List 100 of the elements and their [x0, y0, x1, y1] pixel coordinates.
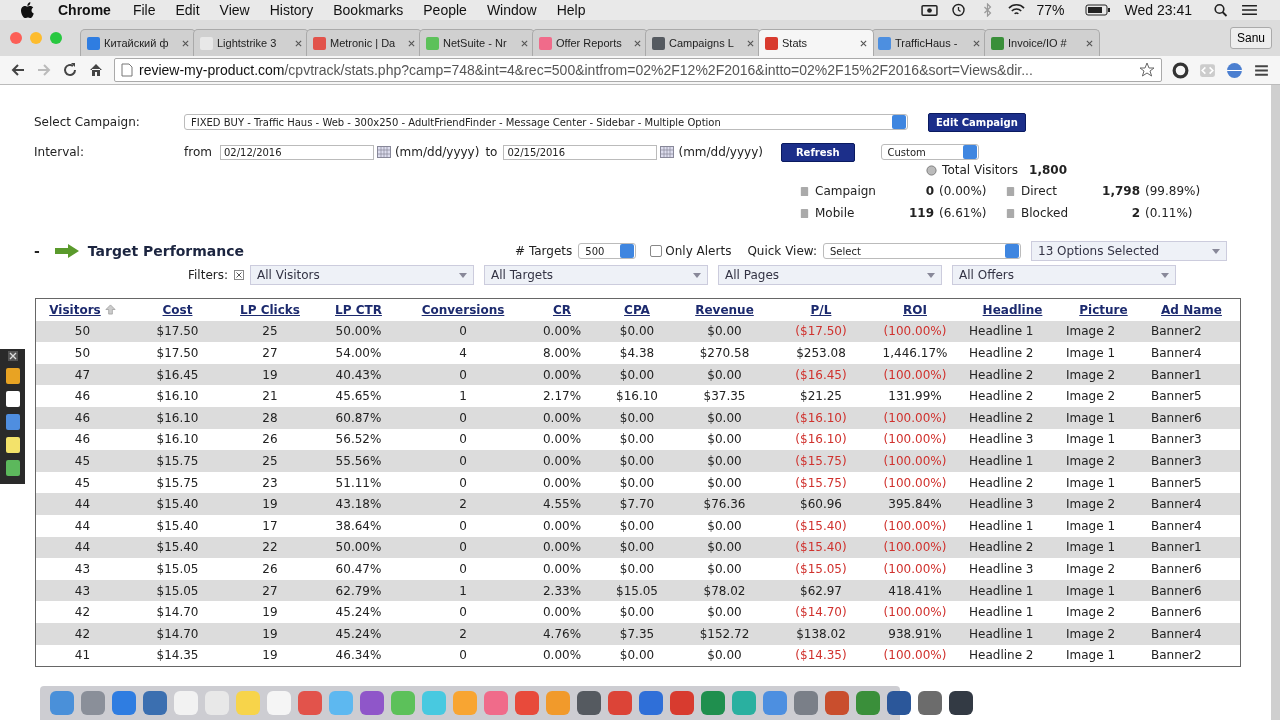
menu-item[interactable]: History	[269, 2, 314, 18]
targets-select[interactable]: 500	[578, 243, 637, 259]
table-cell: 45.65%	[335, 389, 382, 404]
clock-icon[interactable]	[949, 3, 967, 17]
table-cell: Image 2	[1066, 497, 1116, 512]
table-cell: $0.00	[707, 324, 742, 339]
menu-item[interactable]: View	[219, 2, 250, 18]
calendar-icon[interactable]	[660, 146, 675, 158]
stat-percent: (0.11%)	[1145, 206, 1194, 220]
toolbar-app-icon[interactable]	[5, 437, 20, 453]
close-tab-icon[interactable]	[860, 39, 867, 47]
forward-icon[interactable]	[36, 62, 52, 78]
filter-dropdown[interactable]: All Pages	[718, 265, 942, 285]
filter-dropdown[interactable]: All Offers	[952, 265, 1176, 285]
column-header[interactable]: Conversions	[421, 302, 505, 317]
menu-item[interactable]: Bookmarks	[333, 2, 404, 18]
column-header[interactable]: CR	[552, 302, 571, 317]
close-icon[interactable]	[7, 351, 18, 361]
camera-icon[interactable]	[920, 3, 938, 17]
app-menu[interactable]: Chrome	[58, 2, 111, 18]
column-header[interactable]: Revenue	[695, 302, 754, 317]
profile-button[interactable]: Sanu	[1229, 27, 1272, 49]
toolbar-app-icon[interactable]	[5, 368, 20, 384]
table-cell: (100.00%)	[883, 453, 947, 468]
column-header[interactable]: LP CTR	[335, 302, 382, 317]
refresh-button[interactable]: Refresh	[780, 142, 855, 162]
menu-item[interactable]: Edit	[175, 2, 200, 18]
browser-tab[interactable]: Campaigns L	[645, 29, 761, 56]
only-alerts-checkbox[interactable]	[650, 245, 663, 257]
address-bar[interactable]: review-my-product.com/cpvtrack/stats.php?camp=748&int=4&rec=500&intfrom=02%2F12%2F2016&intto=02%2F15%2F2016&sort=Views&dir...	[114, 58, 1162, 82]
menu-icon[interactable]	[1241, 3, 1258, 17]
table-cell: $0.00	[619, 410, 655, 425]
table-cell: 21	[262, 389, 278, 404]
dock-app-icon[interactable]	[918, 691, 942, 715]
table-cell: 50	[74, 346, 91, 360]
table-cell: 1,446.17%	[882, 346, 948, 360]
close-tab-icon[interactable]	[295, 39, 302, 47]
battery-icon[interactable]	[1084, 4, 1111, 16]
table-cell: $4.38	[619, 346, 655, 360]
column-header[interactable]: Ad Name	[1161, 302, 1222, 317]
search-icon[interactable]	[1212, 3, 1229, 17]
close-tab-icon[interactable]	[521, 39, 528, 47]
column-header[interactable]: Visitors	[49, 302, 101, 317]
browser-tab[interactable]: Lightstrike 3	[193, 29, 309, 56]
table-cell: $17.50	[156, 346, 199, 360]
browser-tab[interactable]: Invoice/IO #	[984, 29, 1100, 56]
to-date-field[interactable]: 02/15/2016	[503, 144, 658, 160]
campaign-select[interactable]: FIXED BUY - Traffic Haus - Web - 300x250 - AdultFriendFinder - Message Center - Sidebar - Multiple Option	[184, 114, 908, 130]
toolbar-app-icon[interactable]	[5, 391, 20, 407]
column-header[interactable]: Headline	[982, 302, 1043, 317]
close-tab-icon[interactable]	[634, 39, 641, 47]
table-cell: 395.84%	[888, 497, 942, 512]
close-tab-icon[interactable]	[1086, 39, 1093, 47]
dock-app-icon[interactable]	[887, 691, 911, 715]
collapse-toggle[interactable]: -	[34, 243, 40, 259]
column-header[interactable]: CPA	[624, 302, 650, 317]
browser-tab[interactable]: NetSuite - Nr	[419, 29, 535, 56]
table-cell: (100.00%)	[883, 410, 947, 425]
close-window-button[interactable]	[10, 32, 22, 44]
calendar-icon[interactable]	[376, 146, 391, 158]
close-tab-icon[interactable]	[408, 39, 415, 47]
close-tab-icon[interactable]	[747, 39, 754, 47]
toolbar-app-icon[interactable]	[5, 460, 20, 476]
browser-tab[interactable]: TrafficHaus -	[871, 29, 987, 56]
browser-tab[interactable]: Китайский ф	[80, 29, 196, 56]
column-header[interactable]: Cost	[162, 302, 193, 317]
from-date-field[interactable]: 02/12/2016	[219, 144, 374, 160]
sort-icon[interactable]	[104, 304, 116, 316]
close-tab-icon[interactable]	[182, 39, 189, 47]
menu-item[interactable]: File	[132, 2, 156, 18]
column-header[interactable]: Picture	[1079, 302, 1128, 317]
clear-filters-icon[interactable]	[234, 270, 244, 280]
table-cell: 1	[459, 389, 467, 404]
home-icon[interactable]	[88, 62, 104, 78]
close-tab-icon[interactable]	[973, 39, 980, 47]
quick-view-select[interactable]: Select	[823, 243, 1021, 259]
ring-icon[interactable]	[1172, 61, 1189, 79]
stat-icon	[799, 207, 810, 219]
wifi-icon[interactable]	[1007, 3, 1025, 17]
browser-tab[interactable]: Metronic | Da	[306, 29, 422, 56]
table-cell: Image 2	[1066, 561, 1116, 576]
reload-icon[interactable]	[62, 62, 78, 78]
edit-campaign-button[interactable]: Edit Campaign	[928, 112, 1026, 132]
filter-dropdown[interactable]: All Visitors	[250, 265, 474, 285]
browser-tab[interactable]: Stats	[758, 29, 874, 56]
bookmark-star-icon[interactable]	[1139, 62, 1155, 78]
filter-dropdown[interactable]: All Targets	[484, 265, 708, 285]
menu-item[interactable]: Help	[556, 2, 586, 18]
menu-item[interactable]: People	[423, 2, 467, 18]
table-cell: Banner5	[1151, 389, 1202, 404]
column-header[interactable]: LP Clicks	[240, 302, 300, 317]
column-header[interactable]: ROI	[903, 302, 927, 317]
apple-logo-icon[interactable]	[20, 2, 34, 18]
back-icon[interactable]	[10, 62, 26, 78]
browser-tab[interactable]: Offer Reports	[532, 29, 648, 56]
menu-item[interactable]: Window	[486, 2, 537, 18]
column-header[interactable]: P/L	[810, 302, 832, 317]
options-dropdown[interactable]: 13 Options Selected	[1031, 241, 1227, 261]
interval-preset-select[interactable]: Custom	[880, 144, 979, 160]
dock-app-icon[interactable]	[949, 691, 973, 715]
